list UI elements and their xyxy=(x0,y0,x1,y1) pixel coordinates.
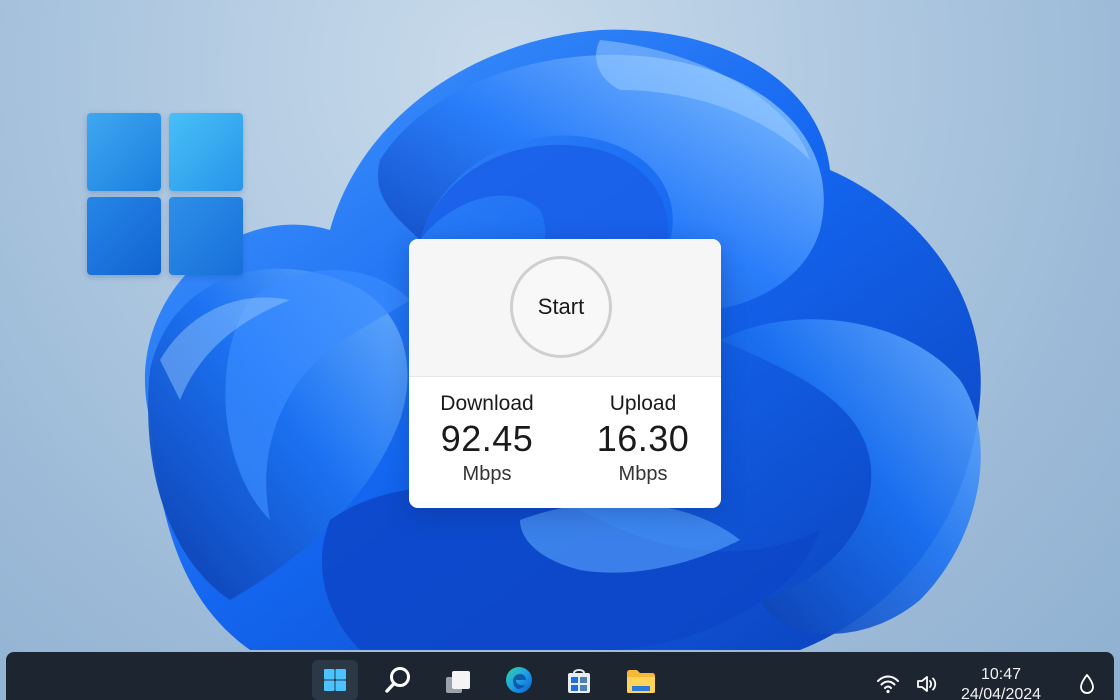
download-unit: Mbps xyxy=(462,463,512,485)
search-icon[interactable] xyxy=(378,662,418,698)
desktop: Start Download 92.45 Mbps Upload 16.30 M… xyxy=(0,0,1120,700)
windows-logo-tile xyxy=(169,113,243,191)
system-clock[interactable]: 10:47 24/04/2024 xyxy=(956,665,1046,700)
download-metric: Download 92.45 Mbps xyxy=(409,391,565,487)
speed-test-header: Start xyxy=(409,239,721,377)
wifi-icon[interactable] xyxy=(875,672,901,696)
windows-logo-tile xyxy=(169,197,243,275)
task-view-icon[interactable] xyxy=(438,664,478,700)
clock-date: 24/04/2024 xyxy=(960,686,1042,700)
edge-browser-icon[interactable] xyxy=(499,662,539,698)
store-icon[interactable] xyxy=(559,663,599,699)
upload-unit: Mbps xyxy=(618,463,668,485)
windows-logo xyxy=(87,113,243,275)
upload-label: Upload xyxy=(609,392,677,415)
taskbar: 10:47 24/04/2024 xyxy=(6,652,1114,700)
upload-metric: Upload 16.30 Mbps xyxy=(565,391,721,487)
volume-icon[interactable] xyxy=(914,672,940,696)
file-explorer-icon[interactable] xyxy=(621,663,661,699)
windows-logo-tile xyxy=(87,113,161,191)
download-label: Download xyxy=(440,392,534,415)
download-value: 92.45 xyxy=(440,418,534,459)
upload-value: 16.30 xyxy=(596,418,690,459)
clock-time: 10:47 xyxy=(980,666,1022,683)
windows-start-icon[interactable] xyxy=(312,660,358,700)
speed-test-card: Start Download 92.45 Mbps Upload 16.30 M… xyxy=(409,239,721,508)
notification-icon[interactable] xyxy=(1074,672,1100,696)
windows-logo-tile xyxy=(87,197,161,275)
start-test-button[interactable]: Start xyxy=(510,256,612,358)
